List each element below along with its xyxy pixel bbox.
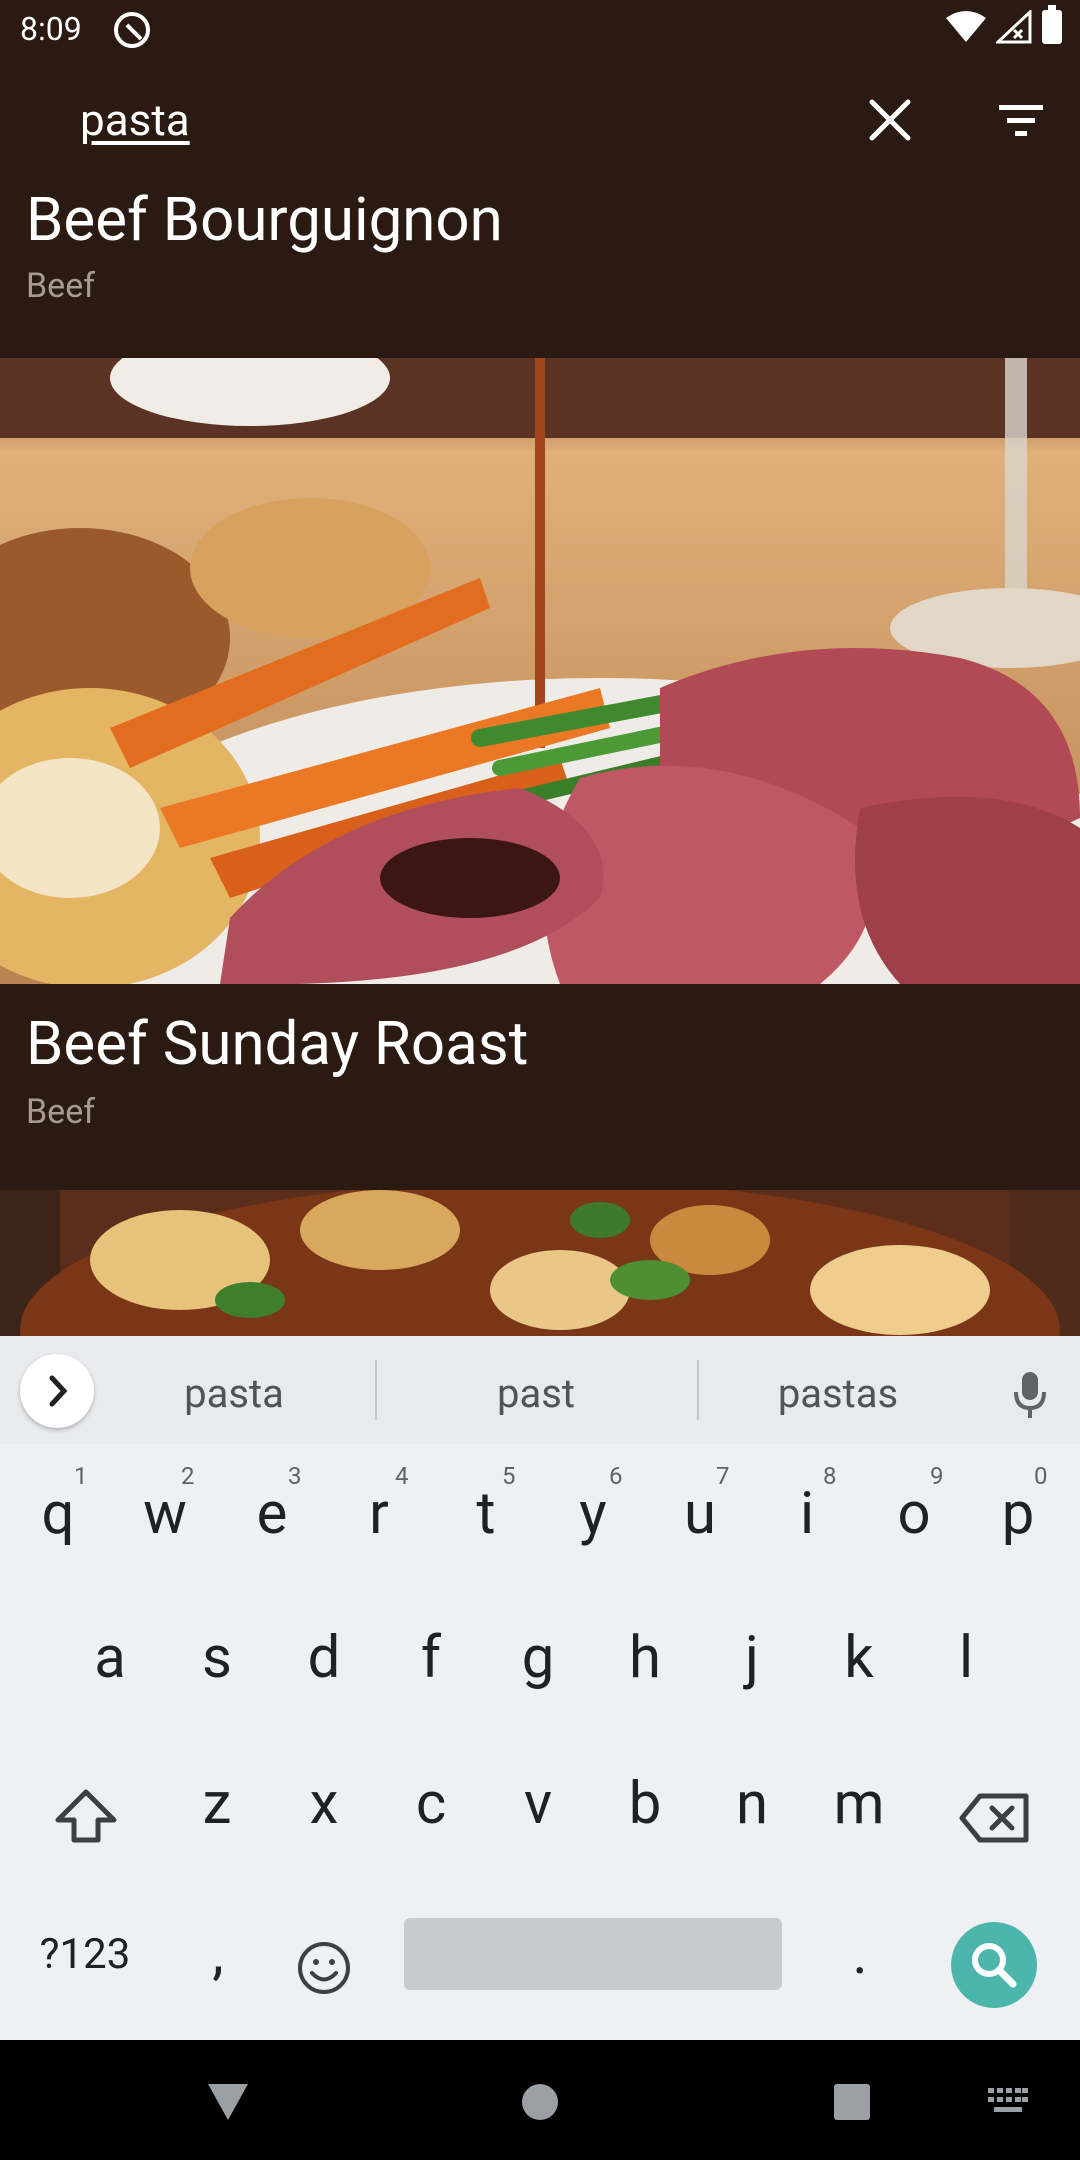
results-list[interactable]: Beef Bourguignon Beef Beef Sunday Roast … <box>0 192 1080 1336</box>
status-bar: 8:09 <box>0 0 1080 64</box>
key-j[interactable]: j <box>702 1624 802 1692</box>
shift-icon[interactable] <box>54 1786 118 1846</box>
status-time: 8:09 <box>20 10 82 48</box>
key-t[interactable]: t5 <box>436 1462 536 1548</box>
key-p[interactable]: p0 <box>968 1462 1068 1548</box>
key-r[interactable]: r4 <box>329 1462 429 1548</box>
key-g[interactable]: g <box>488 1624 588 1692</box>
search-icon <box>972 1943 1017 1988</box>
stew-image <box>0 1190 1080 1336</box>
space-key[interactable] <box>404 1918 782 1990</box>
suggestion-item[interactable]: pastas <box>728 1370 948 1417</box>
key-w[interactable]: w2 <box>115 1462 215 1548</box>
keyboard-switch-icon[interactable] <box>988 2088 1028 2116</box>
signal-icon <box>996 10 1032 44</box>
key-x[interactable]: x <box>274 1770 374 1838</box>
result-title: Beef Sunday Roast <box>26 1008 529 1079</box>
roast-beef-image <box>0 358 1080 984</box>
suggestion-item[interactable]: pasta <box>124 1370 344 1417</box>
key-z[interactable]: z <box>167 1770 267 1838</box>
search-input[interactable]: pasta <box>80 94 190 146</box>
key-c[interactable]: c <box>381 1770 481 1838</box>
key-k[interactable]: k <box>809 1624 909 1692</box>
navigation-bar <box>0 2040 1080 2160</box>
key-y[interactable]: y6 <box>543 1462 643 1548</box>
key-s[interactable]: s <box>167 1624 267 1692</box>
battery-icon <box>1042 5 1062 44</box>
key-i[interactable]: i8 <box>757 1462 857 1548</box>
back-icon[interactable] <box>206 2082 250 2122</box>
key-comma[interactable]: , <box>168 1920 268 1988</box>
search-toolbar: pasta <box>0 64 1080 192</box>
result-image[interactable] <box>0 1190 1080 1336</box>
key-v[interactable]: v <box>488 1770 588 1838</box>
key-period[interactable]: . <box>810 1920 910 1988</box>
suggestion-bar: pasta past pastas <box>0 1336 1080 1444</box>
backspace-icon[interactable] <box>958 1792 1030 1844</box>
key-e[interactable]: e3 <box>222 1462 322 1548</box>
key-m[interactable]: m <box>809 1770 909 1838</box>
key-n[interactable]: n <box>702 1770 802 1838</box>
key-b[interactable]: b <box>595 1770 695 1838</box>
key-o[interactable]: o9 <box>864 1462 964 1548</box>
notification-app-icon <box>114 12 150 48</box>
key-q[interactable]: q1 <box>8 1462 108 1548</box>
suggestion-divider <box>375 1360 377 1420</box>
result-image[interactable] <box>0 358 1080 984</box>
mic-icon[interactable] <box>1012 1370 1048 1420</box>
key-h[interactable]: h <box>595 1624 695 1692</box>
result-category: Beef <box>26 1092 96 1132</box>
search-key[interactable] <box>951 1922 1037 2008</box>
soft-keyboard: pasta past pastas q1 w2 e3 r4 t5 y6 u7 i… <box>0 1336 1080 2040</box>
close-icon[interactable] <box>864 94 916 146</box>
chevron-right-icon <box>49 1375 68 1407</box>
recents-icon[interactable] <box>834 2084 870 2120</box>
key-f[interactable]: f <box>381 1624 481 1692</box>
result-card[interactable]: Beef Bourguignon Beef <box>0 192 1080 358</box>
emoji-icon[interactable] <box>296 1940 352 1996</box>
result-category: Beef <box>26 266 96 306</box>
suggestion-item[interactable]: past <box>426 1370 646 1417</box>
key-l[interactable]: l <box>916 1624 1016 1692</box>
filter-icon[interactable] <box>995 99 1047 143</box>
symbols-key[interactable]: ?123 <box>20 1930 150 1979</box>
suggestion-divider <box>697 1360 699 1420</box>
key-a[interactable]: a <box>60 1624 160 1692</box>
home-icon[interactable] <box>522 2084 558 2120</box>
result-card[interactable]: Beef Sunday Roast Beef <box>0 984 1080 1180</box>
key-u[interactable]: u7 <box>650 1462 750 1548</box>
result-title: Beef Bourguignon <box>26 192 503 255</box>
wifi-icon <box>946 11 986 42</box>
key-d[interactable]: d <box>274 1624 374 1692</box>
expand-suggestions-button[interactable] <box>20 1354 94 1428</box>
